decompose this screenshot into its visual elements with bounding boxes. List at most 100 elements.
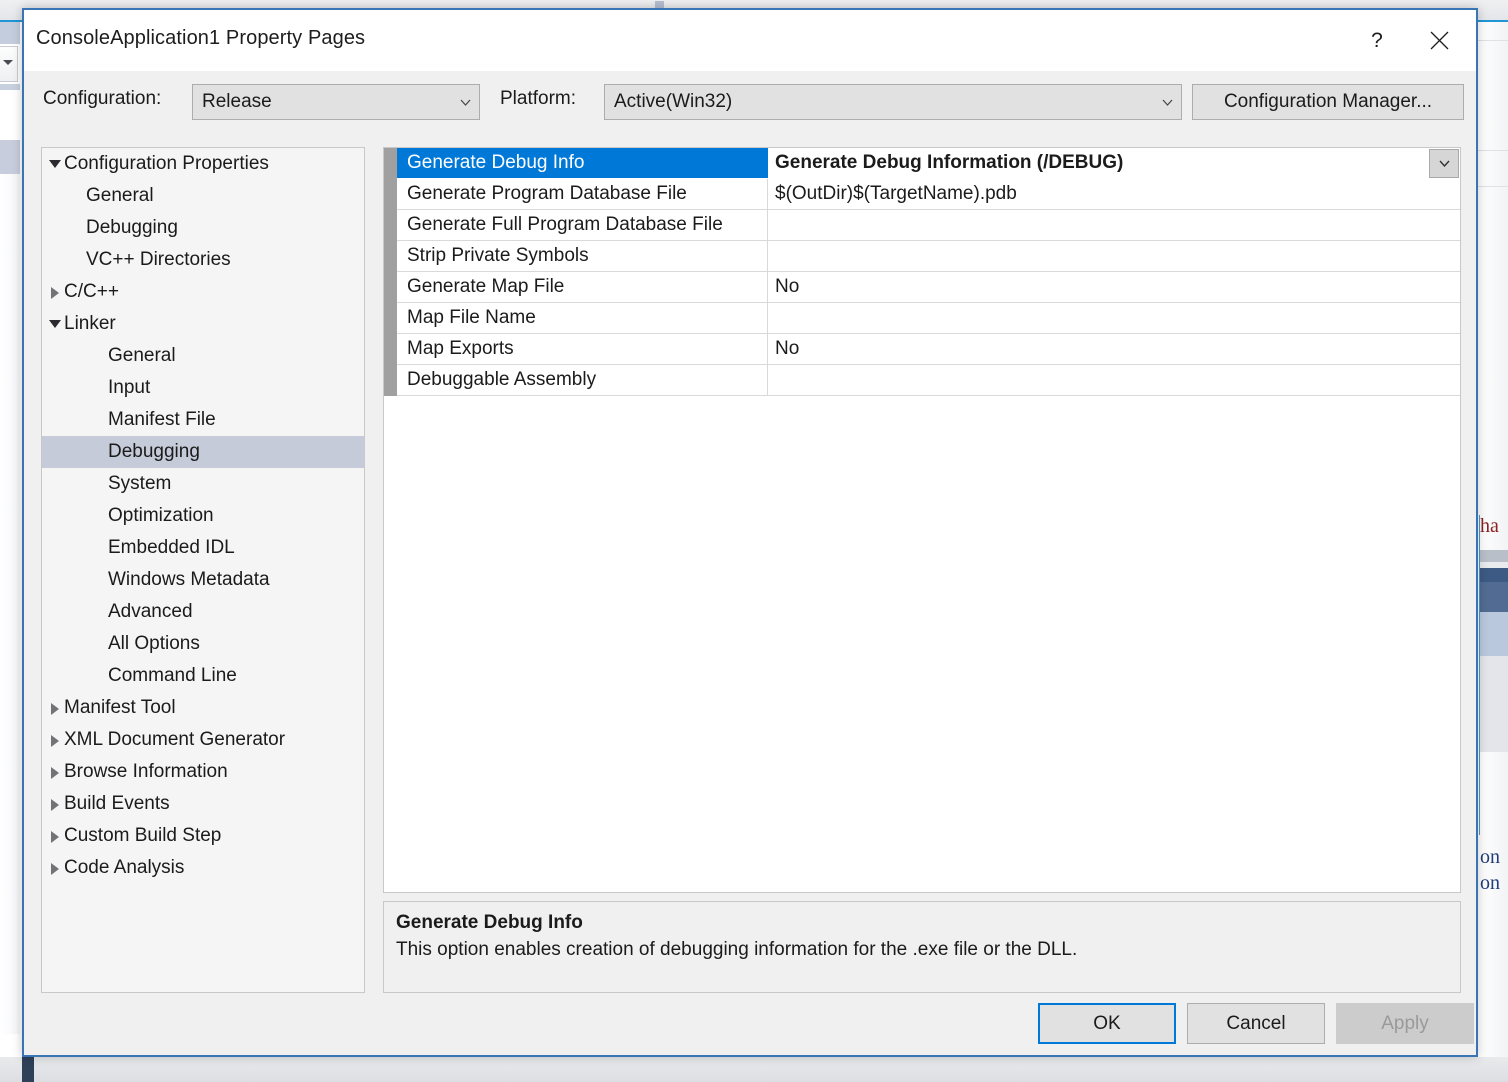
tree-item-label: Optimization xyxy=(108,505,214,527)
property-name: Map Exports xyxy=(397,334,768,364)
property-row[interactable]: Map File Name xyxy=(397,303,1460,334)
tree-item-system[interactable]: System xyxy=(42,468,364,500)
tree-item-label: Windows Metadata xyxy=(108,569,270,591)
description-panel: Generate Debug Info This option enables … xyxy=(383,901,1461,993)
tree-item-advanced[interactable]: Advanced xyxy=(42,596,364,628)
tree-item-debugging[interactable]: Debugging xyxy=(42,436,364,468)
chevron-right-icon[interactable] xyxy=(46,831,64,842)
tree-item-windows-metadata[interactable]: Windows Metadata xyxy=(42,564,364,596)
background-selection-band xyxy=(1480,582,1508,612)
property-value[interactable] xyxy=(768,303,1460,333)
property-row[interactable]: Generate Program Database File$(OutDir)$… xyxy=(397,179,1460,210)
tree-item-label: Code Analysis xyxy=(64,857,184,879)
ok-button[interactable]: OK xyxy=(1038,1003,1176,1044)
background-text-fragment: ha xyxy=(1480,515,1499,538)
tree-item-label: All Options xyxy=(108,633,200,655)
tree-item-embedded-idl[interactable]: Embedded IDL xyxy=(42,532,364,564)
background-text-fragment: on xyxy=(1480,846,1500,869)
property-grid[interactable]: Generate Debug InfoGenerate Debug Inform… xyxy=(383,147,1461,893)
configuration-select[interactable]: Release xyxy=(192,84,480,120)
chevron-right-icon[interactable] xyxy=(46,799,64,810)
tree-item-label: Build Events xyxy=(64,793,170,815)
tree-item-browse-information[interactable]: Browse Information xyxy=(42,756,364,788)
property-value[interactable]: No xyxy=(768,272,1460,302)
tree-item-label: Input xyxy=(108,377,150,399)
background-editor-pane xyxy=(1478,22,1508,1057)
chevron-down-icon xyxy=(3,60,13,65)
tree-item-general[interactable]: General xyxy=(42,180,364,212)
tree-item-label: General xyxy=(108,345,176,367)
property-row[interactable]: Map ExportsNo xyxy=(397,334,1460,365)
background-dropdown[interactable] xyxy=(0,46,18,82)
chevron-down-icon[interactable] xyxy=(46,320,64,328)
chevron-right-icon[interactable] xyxy=(46,703,64,714)
configuration-label: Configuration: xyxy=(43,88,161,110)
property-row[interactable]: Generate Map FileNo xyxy=(397,272,1460,303)
tree-item-label: Command Line xyxy=(108,665,237,687)
configuration-tree[interactable]: Configuration PropertiesGeneralDebugging… xyxy=(41,147,365,993)
background-left-block-c xyxy=(0,140,20,174)
tree-item-debugging[interactable]: Debugging xyxy=(42,212,364,244)
property-name: Strip Private Symbols xyxy=(397,241,768,271)
chevron-right-icon[interactable] xyxy=(46,767,64,778)
configuration-manager-button[interactable]: Configuration Manager... xyxy=(1192,84,1464,120)
property-row[interactable]: Strip Private Symbols xyxy=(397,241,1460,272)
property-value[interactable] xyxy=(768,241,1460,271)
tree-item-xml-document-generator[interactable]: XML Document Generator xyxy=(42,724,364,756)
property-row[interactable]: Generate Full Program Database File xyxy=(397,210,1460,241)
chevron-down-icon[interactable] xyxy=(46,160,64,168)
background-text-fragment: on xyxy=(1480,872,1500,895)
property-name: Generate Program Database File xyxy=(397,179,768,209)
background-left-pane xyxy=(0,174,20,1034)
tree-item-label: Manifest File xyxy=(108,409,216,431)
tree-item-label: System xyxy=(108,473,171,495)
tree-item-label: Advanced xyxy=(108,601,193,623)
property-value[interactable]: $(OutDir)$(TargetName).pdb xyxy=(768,179,1460,209)
tree-item-all-options[interactable]: All Options xyxy=(42,628,364,660)
tree-item-manifest-tool[interactable]: Manifest Tool xyxy=(42,692,364,724)
tree-item-code-analysis[interactable]: Code Analysis xyxy=(42,852,364,884)
tree-item-optimization[interactable]: Optimization xyxy=(42,500,364,532)
tree-item-manifest-file[interactable]: Manifest File xyxy=(42,404,364,436)
background-rule xyxy=(1478,150,1508,151)
tree-item-label: VC++ Directories xyxy=(86,249,231,271)
property-value[interactable]: Generate Debug Information (/DEBUG) xyxy=(768,148,1460,178)
configuration-bar: Configuration: Release Platform: Active(… xyxy=(24,71,1476,133)
property-value[interactable]: No xyxy=(768,334,1460,364)
tree-item-input[interactable]: Input xyxy=(42,372,364,404)
grid-gutter xyxy=(384,148,397,396)
background-statusbar-accent xyxy=(22,1057,34,1082)
chevron-right-icon[interactable] xyxy=(46,863,64,874)
property-name: Map File Name xyxy=(397,303,768,333)
property-row[interactable]: Generate Debug InfoGenerate Debug Inform… xyxy=(397,148,1460,179)
dialog-title: ConsoleApplication1 Property Pages xyxy=(36,27,365,50)
property-value[interactable] xyxy=(768,210,1460,240)
property-value[interactable] xyxy=(768,365,1460,395)
tree-item-c-c[interactable]: C/C++ xyxy=(42,276,364,308)
platform-select[interactable]: Active(Win32) xyxy=(604,84,1182,120)
background-selection-band xyxy=(1480,656,1508,752)
tree-item-general[interactable]: General xyxy=(42,340,364,372)
property-row[interactable]: Debuggable Assembly xyxy=(397,365,1460,396)
tree-item-vc-directories[interactable]: VC++ Directories xyxy=(42,244,364,276)
close-icon xyxy=(1430,31,1449,50)
help-icon: ? xyxy=(1371,29,1383,53)
background-selection-band xyxy=(1480,568,1508,582)
close-button[interactable] xyxy=(1416,10,1462,71)
tree-item-command-line[interactable]: Command Line xyxy=(42,660,364,692)
tree-item-linker[interactable]: Linker xyxy=(42,308,364,340)
platform-value: Active(Win32) xyxy=(605,91,1153,113)
property-value-dropdown-button[interactable] xyxy=(1429,149,1459,178)
tree-item-configuration-properties[interactable]: Configuration Properties xyxy=(42,148,364,180)
tree-item-build-events[interactable]: Build Events xyxy=(42,788,364,820)
chevron-right-icon[interactable] xyxy=(46,735,64,746)
chevron-down-icon xyxy=(1439,160,1450,167)
tree-item-custom-build-step[interactable]: Custom Build Step xyxy=(42,820,364,852)
help-button[interactable]: ? xyxy=(1354,10,1400,71)
background-left-block-b xyxy=(0,84,20,90)
property-pages-dialog: ConsoleApplication1 Property Pages ? Con… xyxy=(22,8,1478,1057)
cancel-button[interactable]: Cancel xyxy=(1187,1003,1325,1044)
chevron-right-icon[interactable] xyxy=(46,287,64,298)
tree-item-label: Debugging xyxy=(108,441,200,463)
apply-button[interactable]: Apply xyxy=(1336,1003,1474,1044)
